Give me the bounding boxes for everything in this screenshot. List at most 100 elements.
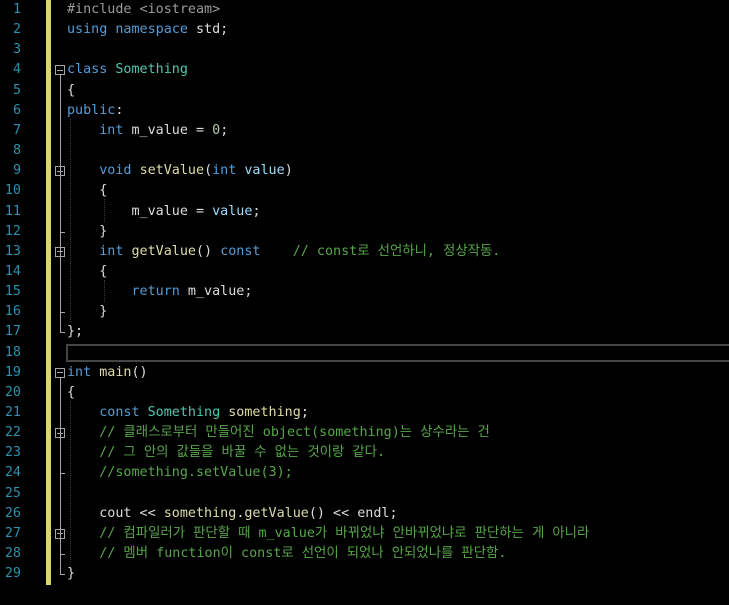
code-token: ( <box>204 163 213 179</box>
code-token: } <box>67 566 76 582</box>
code-text: { <box>67 81 75 101</box>
code-text: return m_value; <box>67 282 253 302</box>
line-number: 8 <box>12 143 21 159</box>
code-line[interactable]: 24 //something.setValue(3); <box>0 463 729 483</box>
collapse-region-icon[interactable] <box>55 65 65 76</box>
code-line[interactable]: 27 // 컴파일러가 판단할 때 m_value가 바뀌었냐 안바뀌었냐로 판… <box>0 524 729 544</box>
code-line[interactable]: 21 const Something something; <box>0 403 729 423</box>
code-token: m_value = <box>67 203 213 219</box>
outline-end-getvalue <box>60 312 65 314</box>
outline-end-comment1 <box>60 473 65 475</box>
code-line[interactable]: 26 cout << something.getValue() << endl; <box>0 504 729 524</box>
code-token: getValue <box>131 243 197 259</box>
code-token: }; <box>67 324 84 340</box>
code-line[interactable]: 28 // 멤버 function이 const로 선언이 되었나 안되었나를 … <box>0 544 729 564</box>
code-line[interactable]: 29} <box>0 564 729 584</box>
code-text: int main() <box>67 363 148 383</box>
line-number: 27 <box>4 525 21 541</box>
code-text: using namespace std; <box>67 20 228 40</box>
line-number: 23 <box>4 445 21 461</box>
line-number: 9 <box>12 163 21 179</box>
indent-guide <box>104 199 105 222</box>
code-token: int <box>99 243 124 259</box>
code-token: // 그 안의 값들을 바꿀 수 없는 것이랑 같다. <box>99 445 386 461</box>
code-token: class <box>67 62 108 78</box>
code-line[interactable]: 15 return m_value; <box>0 282 729 302</box>
code-text: } <box>67 564 75 584</box>
line-number: 1 <box>12 2 21 17</box>
code-line[interactable]: 17}; <box>0 322 729 342</box>
code-token: return <box>131 284 180 300</box>
code-line[interactable]: 12 } <box>0 222 729 242</box>
code-token: : <box>115 102 124 118</box>
code-token: void <box>99 163 132 179</box>
code-token: // 멤버 function이 const로 선언이 되었나 안되었나를 판단함… <box>99 546 507 562</box>
code-editor[interactable]: 1 #include <iostream> 2 using namespace std… <box>0 0 729 605</box>
collapse-region-icon[interactable] <box>55 367 65 378</box>
code-token: const <box>99 405 140 420</box>
code-line[interactable]: 3 <box>0 40 729 60</box>
indent-guide <box>70 400 71 565</box>
code-text: void setValue(int value) <box>67 161 293 181</box>
code-line[interactable]: 23 // 그 안의 값들을 바꿀 수 없는 것이랑 같다. <box>0 443 729 463</box>
line-number: 5 <box>12 82 21 98</box>
indent-guide <box>70 118 71 323</box>
code-text: cout << something.getValue() << endl; <box>67 504 397 524</box>
code-line[interactable]: 10 { <box>0 181 729 201</box>
code-line[interactable]: 22 // 클래스로부터 만들어진 object(something)는 상수라… <box>0 423 729 443</box>
code-line[interactable]: 6 public: <box>0 101 729 121</box>
code-line[interactable]: 13 int getValue() const // const로 선언하니, … <box>0 242 729 262</box>
code-token: using <box>67 22 108 38</box>
line-number: 19 <box>4 364 21 380</box>
code-text: int m_value = 0; <box>67 121 228 141</box>
code-line[interactable]: 14 { <box>0 262 729 282</box>
code-token: m_value = <box>123 122 213 138</box>
outline-bar-comment2 <box>60 538 61 555</box>
code-text: { <box>67 383 75 403</box>
line-number: 25 <box>4 485 21 501</box>
code-line[interactable]: 5{ <box>0 81 729 101</box>
line-number: 15 <box>4 284 21 300</box>
outline-bar-getvalue <box>60 256 61 313</box>
code-token: m_value; <box>179 284 253 300</box>
code-token: int <box>67 364 92 380</box>
line-number: 2 <box>12 22 21 38</box>
outline-bar-setvalue <box>60 176 61 232</box>
outline-end-class <box>60 332 65 334</box>
code-text: // 멤버 function이 const로 선언이 되었나 안되었나를 판단함… <box>67 544 506 564</box>
code-line[interactable]: 8 <box>0 141 729 161</box>
code-line[interactable]: 7 int m_value = 0; <box>0 121 729 141</box>
indent-guide <box>104 279 105 303</box>
code-token: //something.setValue(3); <box>99 465 293 481</box>
code-text: m_value = value; <box>67 202 260 222</box>
code-text: { <box>67 262 107 282</box>
code-line[interactable]: 18 <box>0 343 729 363</box>
code-token: 0 <box>212 122 221 138</box>
code-token: Something <box>147 405 221 420</box>
code-line[interactable]: 25 <box>0 484 729 504</box>
code-text: //something.setValue(3); <box>67 463 293 483</box>
code-line[interactable]: 1 #include <iostream> <box>0 0 729 20</box>
line-number: 14 <box>4 263 21 279</box>
line-number: 18 <box>4 344 21 360</box>
line-number: 17 <box>4 324 21 340</box>
code-token: setValue <box>139 163 205 179</box>
code-line[interactable]: 19 int main() <box>0 363 729 383</box>
outline-end-main <box>60 574 65 576</box>
outline-end-setvalue <box>60 231 65 233</box>
code-line[interactable]: 20 { <box>0 383 729 403</box>
code-token: public <box>67 102 116 118</box>
code-line[interactable]: 2 using namespace std; <box>0 20 729 40</box>
code-token: ; <box>220 122 229 138</box>
current-line-highlight <box>66 343 729 362</box>
code-line[interactable]: 9 void setValue(int value) <box>0 161 729 181</box>
code-token: value <box>236 163 285 179</box>
code-line[interactable]: 4 class Something <box>0 60 729 80</box>
code-line[interactable]: 16 } <box>0 302 729 322</box>
code-token: int <box>212 163 237 179</box>
code-line[interactable]: 11 m_value = value; <box>0 202 729 222</box>
code-token: // const로 선언하니, 정상작동. <box>292 243 501 259</box>
